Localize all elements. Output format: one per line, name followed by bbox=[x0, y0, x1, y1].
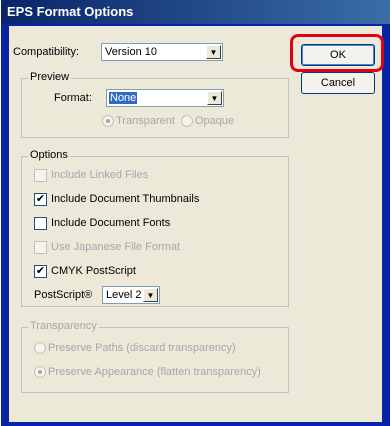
preview-legend: Preview bbox=[28, 71, 72, 83]
include-thumbnails-checkbox[interactable]: ✔ bbox=[34, 193, 47, 206]
options-group: Options Include Linked Files ✔ Include D… bbox=[21, 149, 289, 307]
include-thumbnails-label: Include Document Thumbnails bbox=[51, 193, 200, 205]
highlight-ring bbox=[290, 34, 384, 72]
japanese-format-checkbox[interactable] bbox=[34, 241, 47, 254]
include-fonts-checkbox[interactable] bbox=[34, 217, 47, 230]
transparency-legend: Transparency bbox=[28, 320, 99, 332]
transparent-label: Transparent bbox=[116, 115, 175, 127]
compatibility-label: Compatibility: bbox=[13, 46, 80, 58]
compatibility-select[interactable]: Version 10 ▼ bbox=[101, 43, 223, 61]
transparent-radio[interactable] bbox=[102, 115, 114, 127]
include-fonts-label: Include Document Fonts bbox=[51, 217, 171, 229]
dialog-window: EPS Format Options Compatibility: Versio… bbox=[1, 0, 390, 426]
include-linked-label: Include Linked Files bbox=[51, 169, 149, 181]
format-select[interactable]: None ▼ bbox=[106, 89, 224, 107]
dialog-title: EPS Format Options bbox=[7, 4, 134, 19]
compatibility-value: Version 10 bbox=[105, 46, 157, 58]
cmyk-checkbox[interactable]: ✔ bbox=[34, 265, 47, 278]
options-legend: Options bbox=[28, 149, 70, 161]
preserve-paths-label: Preserve Paths (discard transparency) bbox=[48, 342, 236, 354]
opaque-radio[interactable] bbox=[181, 115, 193, 127]
cancel-button[interactable]: Cancel bbox=[301, 72, 375, 94]
preserve-paths-radio[interactable] bbox=[34, 342, 46, 354]
preserve-appearance-radio[interactable] bbox=[34, 366, 46, 378]
dialog-body: Compatibility: Version 10 ▼ Preview Form… bbox=[9, 26, 384, 422]
preserve-appearance-label: Preserve Appearance (flatten transparenc… bbox=[48, 366, 261, 378]
chevron-down-icon[interactable]: ▼ bbox=[207, 91, 222, 105]
cmyk-label: CMYK PostScript bbox=[51, 265, 136, 277]
transparency-group: Transparency Preserve Paths (discard tra… bbox=[21, 320, 289, 393]
checkmark-icon: ✔ bbox=[35, 193, 46, 205]
preview-group: Preview Format: None ▼ Transparent Opaqu… bbox=[21, 71, 289, 138]
include-linked-checkbox[interactable] bbox=[34, 169, 47, 182]
japanese-format-label: Use Japanese File Format bbox=[51, 241, 180, 253]
format-value: None bbox=[109, 92, 138, 104]
format-label: Format: bbox=[54, 92, 92, 104]
chevron-down-icon[interactable]: ▼ bbox=[206, 45, 221, 59]
postscript-select[interactable]: Level 2 ▼ bbox=[102, 286, 160, 304]
postscript-value: Level 2 bbox=[106, 289, 142, 301]
opaque-label: Opaque bbox=[195, 115, 235, 127]
title-bar[interactable]: EPS Format Options bbox=[1, 0, 390, 24]
checkmark-icon: ✔ bbox=[35, 265, 46, 277]
chevron-down-icon[interactable]: ▼ bbox=[143, 288, 158, 302]
postscript-label: PostScript® bbox=[34, 289, 93, 301]
